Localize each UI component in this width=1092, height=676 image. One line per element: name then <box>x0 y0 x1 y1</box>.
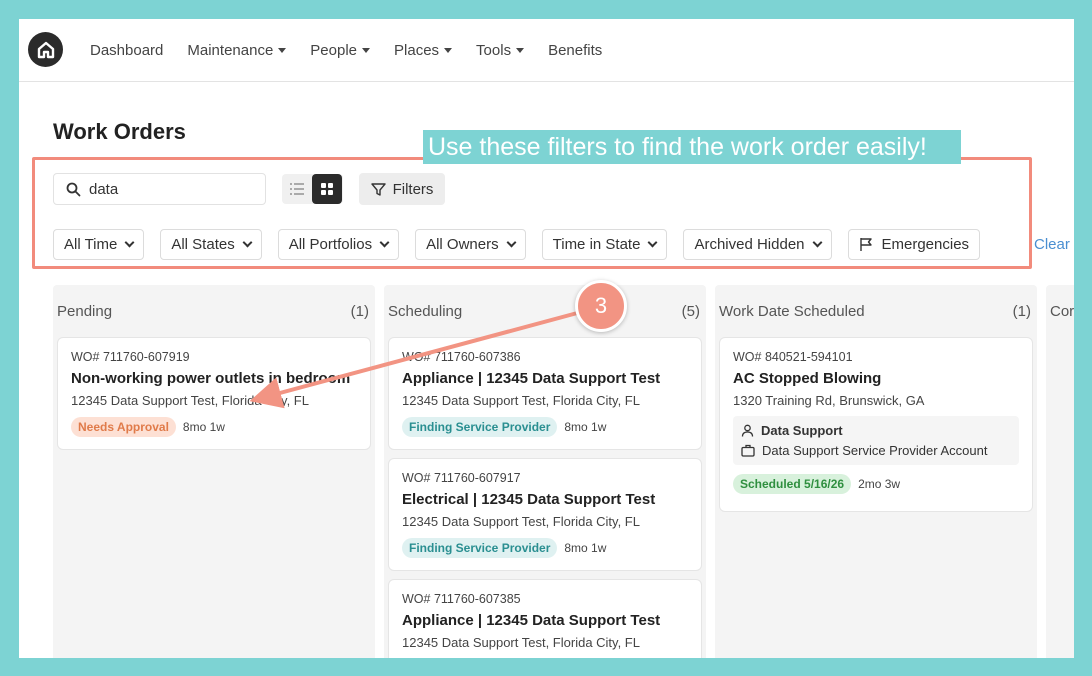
column-pending: Pending (1) WO# 711760-607919 Non-working… <box>53 285 375 658</box>
work-order-address: 12345 Data Support Test, Florida City, F… <box>402 393 640 408</box>
column-title: Cor <box>1050 303 1074 320</box>
work-order-address: 12345 Data Support Test, Florida City, F… <box>402 635 640 650</box>
work-order-card[interactable]: WO# 711760-607917 Electrical | 12345 Dat… <box>388 458 702 571</box>
home-logo-icon[interactable] <box>28 32 63 67</box>
work-order-address: 1320 Training Rd, Brunswick, GA <box>733 393 925 408</box>
column-title: Pending <box>57 303 113 320</box>
top-nav: Dashboard Maintenance People Places Tool… <box>19 19 1074 82</box>
column-scheduling: Scheduling (5) WO# 711760-607386 Applianc… <box>384 285 706 658</box>
assignee-box: Data Support Data Support Service Provid… <box>733 416 1019 465</box>
work-order-title: Appliance | 12345 Data Support Test <box>402 612 661 629</box>
column-title: Scheduling <box>388 303 463 320</box>
caret-down-icon <box>362 48 371 53</box>
column-count: (5) <box>681 303 700 320</box>
work-order-card[interactable]: WO# 840521-594101 AC Stopped Blowing 132… <box>719 337 1033 512</box>
filters-highlight-box <box>32 157 1032 269</box>
work-order-title: Electrical | 12345 Data Support Test <box>402 491 656 508</box>
app-window: Dashboard Maintenance People Places Tool… <box>19 19 1074 658</box>
nav-benefits[interactable]: Benefits <box>548 42 602 59</box>
work-order-card[interactable]: WO# 711760-607919 Non-working power outl… <box>57 337 371 450</box>
assignee-account: Data Support Service Provider Account <box>762 443 988 458</box>
tutorial-callout: Use these filters to find the work order… <box>423 130 961 164</box>
column-count: (1) <box>1012 303 1031 320</box>
work-order-title: Non-working power outlets in bedroom <box>71 370 351 387</box>
nav-dashboard[interactable]: Dashboard <box>90 42 163 59</box>
work-order-number: WO# 711760-607917 <box>402 471 521 485</box>
status-badge: Scheduled 5/16/26 <box>733 474 852 494</box>
age-label: 8mo 1w <box>564 420 607 434</box>
work-order-number: WO# 711760-607386 <box>402 350 521 364</box>
column-title: Work Date Scheduled <box>719 303 865 320</box>
age-label: 8mo 1w <box>182 420 225 434</box>
nav-places[interactable]: Places <box>394 42 453 59</box>
person-icon <box>741 424 754 437</box>
work-order-number: WO# 711760-607919 <box>71 350 190 364</box>
work-order-number: WO# 711760-607385 <box>402 592 521 606</box>
clear-filters-link[interactable]: Clear <box>1034 236 1070 253</box>
nav-maintenance-label: Maintenance <box>187 42 274 59</box>
caret-down-icon <box>516 48 525 53</box>
status-badge: Finding Service Provider <box>402 538 558 558</box>
age-label: 8mo 1w <box>564 541 607 555</box>
nav-tools-label: Tools <box>476 42 512 59</box>
nav-people[interactable]: People <box>310 42 371 59</box>
column-work-date-scheduled: Work Date Scheduled (1) WO# 840521-594101… <box>715 285 1037 658</box>
nav-dashboard-label: Dashboard <box>90 42 164 59</box>
work-order-address: 12345 Data Support Test, Florida City, F… <box>71 393 309 408</box>
step-number-badge: 3 <box>575 280 627 332</box>
work-order-address: 12345 Data Support Test, Florida City, F… <box>402 514 640 529</box>
work-order-title: AC Stopped Blowing <box>733 370 882 387</box>
work-order-number: WO# 840521-594101 <box>733 350 853 364</box>
nav-places-label: Places <box>394 42 440 59</box>
nav-tools[interactable]: Tools <box>476 42 525 59</box>
column-partial: Cor <box>1046 285 1074 658</box>
page-title: Work Orders <box>53 119 186 144</box>
nav-benefits-label: Benefits <box>548 42 603 59</box>
assignee-name: Data Support <box>761 423 843 438</box>
age-label: 2mo 3w <box>858 477 901 491</box>
briefcase-icon <box>741 444 755 457</box>
column-count: (1) <box>350 303 369 320</box>
caret-down-icon <box>278 48 287 53</box>
status-badge: Finding Service Provider <box>402 417 558 437</box>
status-badge: Needs Approval <box>71 417 176 437</box>
nav-maintenance[interactable]: Maintenance <box>187 42 287 59</box>
work-order-card[interactable]: WO# 711760-607386 Appliance | 12345 Data… <box>388 337 702 450</box>
nav-people-label: People <box>310 42 358 59</box>
work-order-card[interactable]: WO# 711760-607385 Appliance | 12345 Data… <box>388 579 702 658</box>
work-order-title: Appliance | 12345 Data Support Test <box>402 370 661 387</box>
caret-down-icon <box>444 48 453 53</box>
